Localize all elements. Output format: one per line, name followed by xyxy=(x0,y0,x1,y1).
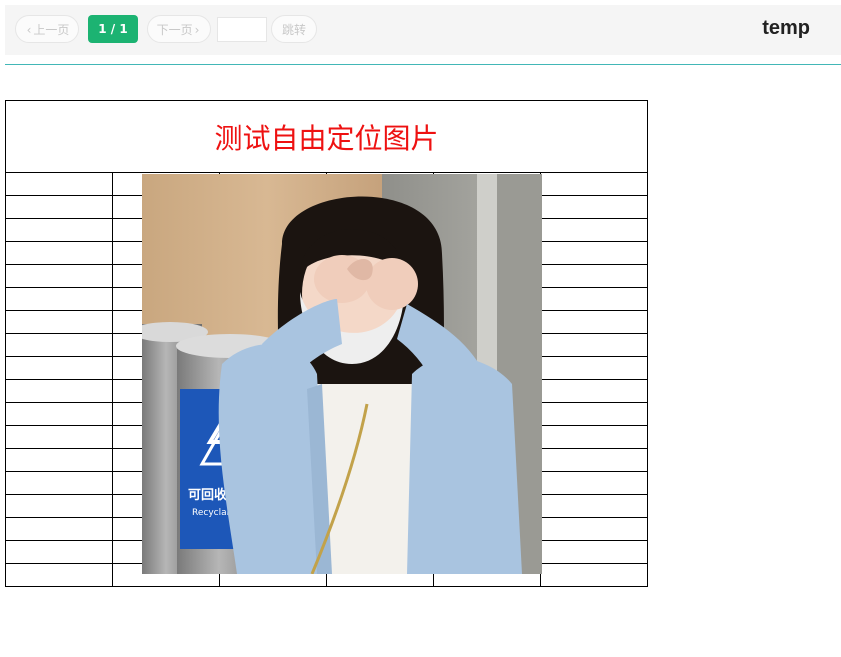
sheet-cell xyxy=(5,563,113,587)
sheet-cell xyxy=(5,494,113,518)
chevron-right-icon: › xyxy=(194,23,200,37)
sheet-cell xyxy=(540,287,648,311)
sheet-cell xyxy=(540,448,648,472)
sheet-cell xyxy=(5,402,113,426)
sheet-title: 测试自由定位图片 xyxy=(5,100,648,173)
sheet-cell xyxy=(540,241,648,265)
sheet-cell xyxy=(540,517,648,541)
sheet-cell xyxy=(540,264,648,288)
jump-button[interactable]: 跳转 xyxy=(271,15,317,43)
sheet-cell xyxy=(5,540,113,564)
sheet-cell xyxy=(5,356,113,380)
sheet-cell xyxy=(5,310,113,334)
floating-photo: 可回收物 Recyclable xyxy=(142,174,542,574)
sheet-cell xyxy=(540,172,648,196)
sheet-cell xyxy=(5,448,113,472)
sheet-cell xyxy=(5,287,113,311)
sheet-cell xyxy=(540,402,648,426)
photo-illustration: 可回收物 Recyclable xyxy=(142,174,542,574)
sheet-cell xyxy=(540,333,648,357)
sheet-cell xyxy=(540,494,648,518)
sheet-cell xyxy=(5,379,113,403)
sheet-cell xyxy=(540,218,648,242)
sheet-cell xyxy=(540,425,648,449)
prev-page-button[interactable]: ‹ 上一页 xyxy=(15,15,79,43)
sheet-cell xyxy=(540,310,648,334)
sheet-cell xyxy=(540,195,648,219)
title-row: 测试自由定位图片 xyxy=(5,100,648,173)
page-indicator: 1 / 1 xyxy=(88,15,138,43)
sheet-cell xyxy=(540,379,648,403)
sheet-cell xyxy=(5,172,113,196)
sheet-cell xyxy=(540,471,648,495)
chevron-left-icon: ‹ xyxy=(26,23,32,37)
document-name: temp xyxy=(762,17,810,39)
sheet-cell xyxy=(540,540,648,564)
sheet-cell xyxy=(5,218,113,242)
sheet-cell xyxy=(5,241,113,265)
jump-page-input[interactable] xyxy=(217,17,267,42)
sheet-cell xyxy=(5,517,113,541)
sheet-cell xyxy=(540,356,648,380)
next-page-label: 下一页 xyxy=(156,23,193,37)
toolbar-divider xyxy=(5,64,841,65)
sheet-cell xyxy=(5,333,113,357)
prev-page-label: 上一页 xyxy=(33,23,70,37)
sheet-cell xyxy=(5,425,113,449)
report-toolbar: ‹ 上一页 1 / 1 下一页 › 跳转 temp xyxy=(5,5,841,55)
sheet-cell xyxy=(5,195,113,219)
sheet-cell xyxy=(5,264,113,288)
sheet-cell xyxy=(5,471,113,495)
sheet-cell xyxy=(540,563,648,587)
next-page-button[interactable]: 下一页 › xyxy=(147,15,211,43)
